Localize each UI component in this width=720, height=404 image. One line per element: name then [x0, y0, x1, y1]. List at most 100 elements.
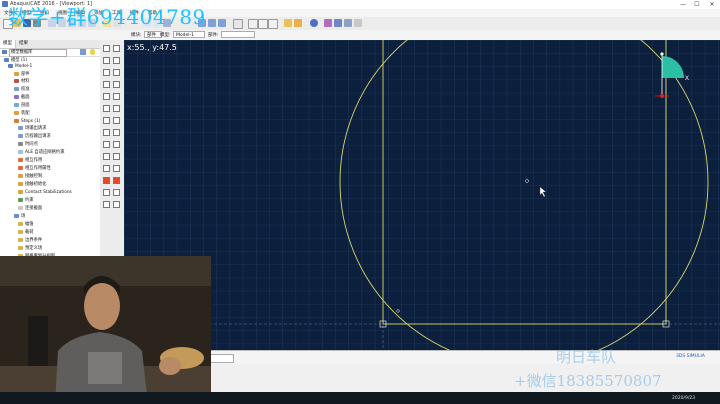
rectangle-tool-icon[interactable]: [103, 57, 110, 64]
tree-node[interactable]: 幅值: [18, 221, 34, 228]
minimize-button[interactable]: —: [676, 0, 690, 9]
mesh-icon[interactable]: [258, 19, 268, 29]
tree-node[interactable]: Steps (1): [14, 118, 40, 125]
select-tool-icon[interactable]: [103, 189, 110, 196]
list-tool-icon[interactable]: [103, 201, 110, 208]
tree-node-label: 校准: [21, 87, 30, 92]
tab-model[interactable]: 模型: [0, 40, 16, 48]
model-label: 模型:: [160, 33, 171, 38]
tree-node[interactable]: 部件: [14, 71, 30, 78]
extend-tool-icon[interactable]: [113, 117, 120, 124]
view-top-icon[interactable]: [208, 19, 216, 27]
translate-tool-icon[interactable]: [103, 141, 110, 148]
triad-icon[interactable]: [233, 19, 243, 29]
tree-node[interactable]: 截面: [14, 94, 30, 101]
tree-node[interactable]: 装配: [14, 110, 30, 117]
construction-tool-icon[interactable]: [103, 93, 110, 100]
bc-icon: [18, 237, 23, 242]
offset-tool-icon[interactable]: [103, 165, 110, 172]
tree-node[interactable]: 约束: [18, 197, 34, 204]
sketch-options-tool-icon[interactable]: [113, 189, 120, 196]
tree-node[interactable]: 接触控制: [18, 173, 42, 180]
box-icon[interactable]: [294, 19, 302, 27]
rotate-tool-icon[interactable]: [113, 141, 120, 148]
tree-node[interactable]: 历程输出请求: [18, 133, 51, 140]
steps-icon: [14, 118, 19, 123]
tree-node[interactable]: 连接截面: [18, 205, 42, 212]
tree-node-label: 历程输出请求: [25, 134, 51, 139]
tree-filter-icon[interactable]: [80, 49, 86, 55]
scale-tool-icon[interactable]: [103, 153, 110, 160]
circle-tool-icon[interactable]: [113, 57, 120, 64]
layers-icon[interactable]: [334, 19, 342, 27]
sketch-grid: [124, 40, 720, 350]
close-button[interactable]: ✕: [705, 0, 719, 9]
tree-node[interactable]: 载荷: [18, 229, 34, 236]
tree-node-label: 载荷: [25, 230, 34, 235]
tree-node-label: 剖面: [21, 103, 30, 108]
tree-node[interactable]: 材料: [14, 78, 30, 85]
info-icon[interactable]: [310, 19, 318, 27]
tree-node[interactable]: Model-1: [8, 63, 32, 70]
maximize-button[interactable]: ☐: [690, 0, 704, 9]
merge-tool-icon[interactable]: [113, 129, 120, 136]
split-tool-icon[interactable]: [103, 129, 110, 136]
cube-icon[interactable]: [344, 19, 352, 27]
tree-node[interactable]: Contact Stabilizations: [18, 189, 72, 196]
part-display-icon[interactable]: [268, 19, 278, 29]
contact-stab-icon: [18, 189, 23, 194]
tree-header-select[interactable]: 模型数据库: [9, 49, 67, 57]
arc-tool-icon[interactable]: [113, 69, 120, 76]
tree-node[interactable]: 剖面: [14, 102, 30, 109]
tree-node[interactable]: 场输出请求: [18, 125, 46, 132]
view-iso-icon[interactable]: [218, 19, 226, 27]
contact-init-icon: [18, 181, 23, 186]
tree-node[interactable]: 校准: [14, 86, 30, 93]
amplitude-icon: [18, 221, 23, 226]
tree-bulb-icon[interactable]: [90, 49, 95, 55]
copy-tool-icon[interactable]: [113, 165, 120, 172]
point-tool-icon[interactable]: [103, 45, 110, 52]
database-icon: [2, 50, 7, 54]
part-select[interactable]: [221, 31, 255, 38]
model-icon: [8, 63, 13, 68]
colorcode-icon[interactable]: [324, 19, 332, 27]
tree-node[interactable]: 时间点: [18, 141, 38, 148]
ellipse-tool-icon[interactable]: [103, 69, 110, 76]
tree-node[interactable]: 场: [14, 213, 25, 220]
tree-node[interactable]: 边界条件: [18, 237, 42, 244]
assembly-icon: [14, 110, 19, 115]
redo-tool-icon[interactable]: [113, 177, 120, 184]
tree-node[interactable]: 相互作用: [18, 157, 42, 164]
tree-node-label: ALE 自适应网格约束: [25, 150, 65, 155]
tree-node-label: 装配: [21, 111, 30, 116]
contact-control-icon: [18, 173, 23, 178]
section-icon: [14, 94, 19, 99]
dimension-tool-icon[interactable]: [103, 105, 110, 112]
tree-node-label: 预定义场: [25, 246, 43, 251]
fillet-tool-icon[interactable]: [113, 81, 120, 88]
edit-dimension-tool-icon[interactable]: [113, 105, 120, 112]
tree-node-label: 连接截面: [25, 206, 43, 211]
tree-node[interactable]: 预定义场: [18, 245, 42, 252]
line-tool-icon[interactable]: [113, 45, 120, 52]
model-select[interactable]: Model-1: [173, 31, 205, 38]
tree-node-label: Contact Stabilizations: [25, 190, 72, 195]
folder-icon[interactable]: [284, 19, 292, 27]
os-taskbar: 2020/9/23: [0, 392, 720, 404]
tree-node[interactable]: 相互作用属性: [18, 165, 51, 172]
tree-node[interactable]: 接触初始化: [18, 181, 46, 188]
viewport-canvas[interactable]: X: [124, 40, 720, 350]
field-icon: [14, 213, 19, 218]
message-area: 3DS SIMULIA: [124, 350, 720, 364]
trim-tool-icon[interactable]: [103, 117, 110, 124]
grid-tool-icon[interactable]: [113, 201, 120, 208]
tree-node[interactable]: ALE 自适应网格约束: [18, 149, 65, 156]
query-icon[interactable]: [248, 19, 258, 29]
constraint-tool-icon[interactable]: [113, 93, 120, 100]
display-group-icon[interactable]: [354, 19, 362, 27]
tab-results[interactable]: 结果: [16, 40, 31, 48]
spline-tool-icon[interactable]: [103, 81, 110, 88]
undo-tool-icon[interactable]: [103, 177, 110, 184]
mirror-tool-icon[interactable]: [113, 153, 120, 160]
